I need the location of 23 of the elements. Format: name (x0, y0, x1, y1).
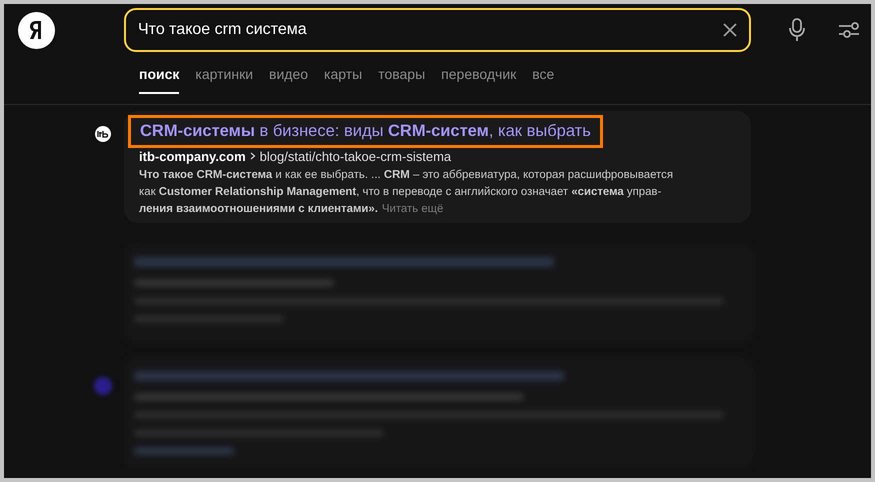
search-field[interactable]: Что такое crm система (124, 8, 751, 52)
logo-icon[interactable] (18, 12, 55, 48)
search-tab[interactable]: поиск (139, 66, 180, 94)
search-query: Что такое crm система (138, 20, 307, 40)
microphone-icon[interactable] (788, 18, 806, 42)
result-title-link[interactable]: CRM-системы в бизнесе: виды CRM-систем, как выбрать (128, 115, 603, 148)
snippet-text: ления взаимоотношениями с клиентами». (139, 202, 378, 217)
search-tab[interactable]: все (532, 66, 554, 94)
search-tab[interactable]: переводчик (441, 66, 516, 94)
site-path[interactable]: blog/stati/chto-takoe-crm-sistema (260, 148, 452, 165)
breadcrumb-chevron-icon (250, 152, 256, 160)
snippet-text: Что такое CRM-система и как ее выбрать. ... CRM – это аббревиатура, которая расшифровывается (139, 168, 674, 183)
search-tab[interactable]: товары (378, 66, 426, 94)
search-tab[interactable]: карты (324, 66, 362, 94)
site-domain[interactable]: itb-company.com (139, 148, 246, 165)
search-tab[interactable]: картинки (195, 66, 254, 94)
site-favicon-icon (95, 126, 111, 142)
filter-icon[interactable] (838, 20, 860, 40)
search-tab[interactable]: видео (269, 66, 308, 94)
read-more-link[interactable]: Читать ещё (382, 200, 444, 218)
clear-icon[interactable] (723, 23, 737, 37)
blurred-favicon-icon (94, 377, 112, 395)
snippet-text: как Customer Relationship Management, что в переводе с английского означает «система управ- (139, 184, 662, 200)
